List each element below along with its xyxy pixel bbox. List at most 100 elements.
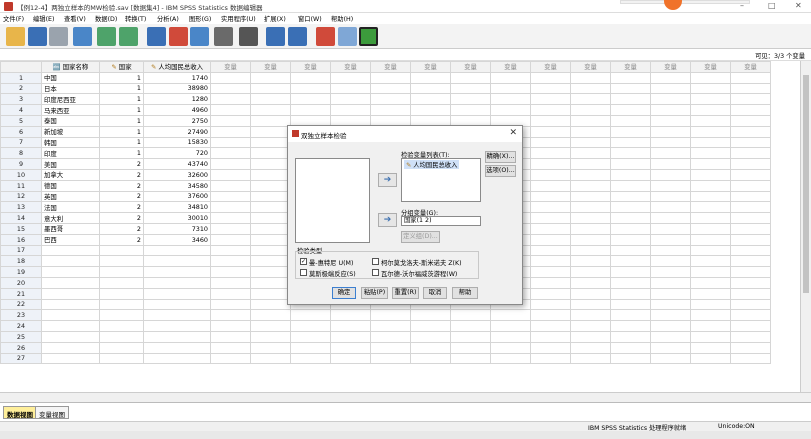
open-icon[interactable] xyxy=(6,27,25,46)
data-cell[interactable]: 34580 xyxy=(143,179,211,192)
data-cell[interactable] xyxy=(570,276,611,289)
data-cell[interactable] xyxy=(210,244,251,257)
data-cell[interactable] xyxy=(330,104,371,116)
data-cell[interactable] xyxy=(690,266,731,278)
empty-variable-header[interactable]: 变量 xyxy=(210,61,251,73)
data-cell[interactable] xyxy=(210,125,251,138)
data-cell[interactable] xyxy=(730,168,771,181)
data-cell[interactable] xyxy=(530,201,571,214)
data-cell[interactable] xyxy=(730,212,771,224)
data-cell[interactable] xyxy=(610,309,651,322)
data-cell[interactable] xyxy=(41,352,100,365)
data-cell[interactable] xyxy=(610,93,651,106)
data-cell[interactable] xyxy=(530,298,571,311)
data-cell[interactable] xyxy=(99,298,144,311)
data-cell[interactable] xyxy=(730,320,771,332)
data-cell[interactable] xyxy=(143,266,211,278)
data-cell[interactable] xyxy=(530,341,571,354)
dialog-recall-icon[interactable] xyxy=(73,27,92,46)
data-cell[interactable] xyxy=(250,287,291,300)
data-cell[interactable] xyxy=(610,179,651,192)
data-cell[interactable] xyxy=(610,330,651,343)
data-cell[interactable] xyxy=(250,147,291,160)
data-cell[interactable] xyxy=(370,71,411,84)
data-cell[interactable] xyxy=(730,298,771,311)
data-cell[interactable] xyxy=(570,190,611,203)
data-cell[interactable] xyxy=(530,276,571,289)
data-cell[interactable] xyxy=(530,244,571,257)
row-number[interactable]: 24 xyxy=(0,320,42,332)
data-cell[interactable] xyxy=(690,179,731,192)
data-cell[interactable] xyxy=(290,71,331,84)
data-cell[interactable] xyxy=(143,341,211,354)
data-cell[interactable] xyxy=(143,298,211,311)
redo-icon[interactable] xyxy=(119,27,138,46)
data-cell[interactable] xyxy=(490,93,531,106)
insert-cases-icon[interactable] xyxy=(266,27,285,46)
data-cell[interactable] xyxy=(530,125,571,138)
menu-graphs[interactable]: 图形(G) xyxy=(189,14,211,23)
data-cell[interactable] xyxy=(730,276,771,289)
data-cell[interactable] xyxy=(41,287,100,300)
data-cell[interactable] xyxy=(290,93,331,106)
tab-variable-view[interactable]: 变量视图 xyxy=(35,406,69,419)
reset-button[interactable]: 重置(R) xyxy=(392,287,419,299)
data-cell[interactable]: 巴西 xyxy=(41,233,100,246)
data-cell[interactable] xyxy=(730,158,771,170)
data-cell[interactable] xyxy=(730,244,771,257)
data-cell[interactable] xyxy=(570,136,611,149)
data-cell[interactable] xyxy=(570,352,611,365)
goto-case-icon[interactable] xyxy=(147,27,166,46)
empty-variable-header[interactable]: 变量 xyxy=(650,61,691,73)
row-number[interactable]: 6 xyxy=(0,125,42,138)
row-number[interactable]: 3 xyxy=(0,93,42,106)
data-cell[interactable] xyxy=(330,320,371,332)
data-cell[interactable] xyxy=(450,352,491,365)
menu-view[interactable]: 查看(V) xyxy=(64,14,86,23)
data-cell[interactable] xyxy=(490,309,531,322)
data-cell[interactable] xyxy=(250,244,291,257)
data-cell[interactable] xyxy=(730,233,771,246)
mann-whitney-checkbox[interactable]: ✓ xyxy=(300,258,307,265)
data-cell[interactable] xyxy=(730,93,771,106)
data-cell[interactable]: 2750 xyxy=(143,114,211,127)
data-cell[interactable] xyxy=(370,104,411,116)
data-cell[interactable] xyxy=(650,266,691,278)
data-cell[interactable] xyxy=(530,82,571,95)
horizontal-scrollbar[interactable] xyxy=(0,392,811,402)
data-cell[interactable]: 720 xyxy=(143,147,211,160)
goto-variable-icon[interactable] xyxy=(169,27,188,46)
data-cell[interactable] xyxy=(143,320,211,332)
data-cell[interactable]: 2 xyxy=(99,168,144,181)
data-cell[interactable] xyxy=(650,71,691,84)
data-cell[interactable] xyxy=(143,244,211,257)
data-cell[interactable] xyxy=(210,309,251,322)
column-header-1[interactable]: 🔤 国家名称 xyxy=(41,61,100,73)
data-cell[interactable] xyxy=(610,212,651,224)
data-cell[interactable] xyxy=(570,244,611,257)
data-cell[interactable] xyxy=(410,341,451,354)
data-cell[interactable] xyxy=(250,341,291,354)
data-cell[interactable] xyxy=(530,222,571,235)
row-number[interactable]: 23 xyxy=(0,309,42,322)
data-cell[interactable] xyxy=(650,93,691,106)
data-cell[interactable] xyxy=(490,341,531,354)
data-cell[interactable] xyxy=(330,341,371,354)
row-number[interactable]: 20 xyxy=(0,276,42,289)
data-cell[interactable] xyxy=(530,330,571,343)
data-cell[interactable] xyxy=(650,320,691,332)
empty-variable-header[interactable]: 变量 xyxy=(570,61,611,73)
data-cell[interactable] xyxy=(650,190,691,203)
data-cell[interactable] xyxy=(143,255,211,268)
data-cell[interactable] xyxy=(570,168,611,181)
data-cell[interactable] xyxy=(730,147,771,160)
data-cell[interactable] xyxy=(450,341,491,354)
data-cell[interactable] xyxy=(610,341,651,354)
data-cell[interactable] xyxy=(730,71,771,84)
row-number[interactable]: 16 xyxy=(0,233,42,246)
data-cell[interactable] xyxy=(41,341,100,354)
data-cell[interactable] xyxy=(690,114,731,127)
data-cell[interactable] xyxy=(250,136,291,149)
data-cell[interactable] xyxy=(250,352,291,365)
data-cell[interactable]: 2 xyxy=(99,190,144,203)
